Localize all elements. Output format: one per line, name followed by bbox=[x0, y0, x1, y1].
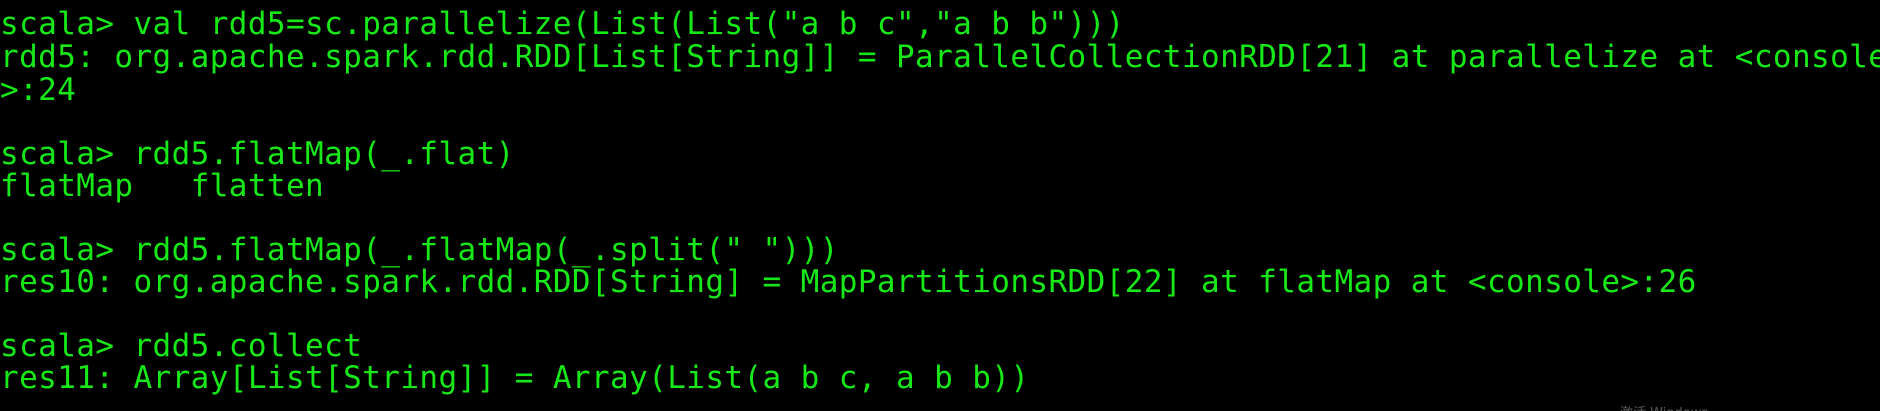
prompt-line: scala> rdd5.flatMap(_.flat) bbox=[0, 136, 515, 172]
completion-line: flatMap flatten bbox=[0, 168, 325, 204]
prompt-line: scala> val rdd5=sc.parallelize(List(List… bbox=[0, 6, 1125, 42]
terminal-window[interactable]: scala> val rdd5=sc.parallelize(List(List… bbox=[0, 0, 1880, 411]
output-line: res11: Array[List[String]] = Array(List(… bbox=[0, 360, 1030, 396]
output-line: >:24 bbox=[0, 72, 77, 108]
output-line: rdd5: org.apache.spark.rdd.RDD[List[Stri… bbox=[0, 39, 1880, 75]
prompt-line: scala> rdd5.collect bbox=[0, 328, 363, 364]
prompt-line: scala> rdd5.flatMap(_.flatMap(_.split(" … bbox=[0, 232, 839, 268]
output-line: res10: org.apache.spark.rdd.RDD[String] … bbox=[0, 264, 1697, 300]
activate-windows-watermark: 激活 Windows bbox=[1620, 402, 1708, 411]
